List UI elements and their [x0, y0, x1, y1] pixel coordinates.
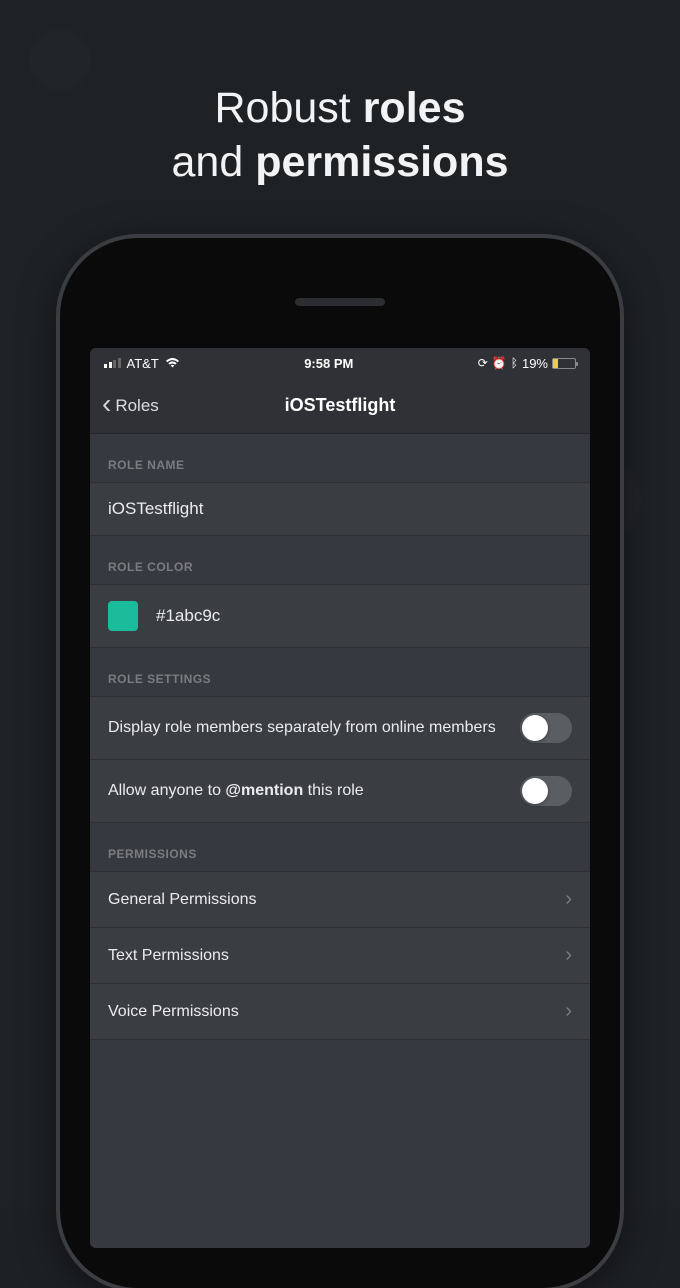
- headline-text-2: and: [171, 138, 255, 186]
- section-header-permissions: PERMISSIONS: [90, 823, 590, 871]
- role-name-field[interactable]: iOSTestflight: [90, 482, 590, 536]
- headline-bold-permissions: permissions: [255, 138, 508, 186]
- nav-header: ‹ Roles iOSTestflight: [90, 378, 590, 434]
- back-button[interactable]: ‹ Roles: [102, 393, 159, 418]
- role-color-field[interactable]: #1abc9c: [90, 584, 590, 648]
- toggle-switch[interactable]: [520, 713, 572, 743]
- chevron-right-icon: ›: [565, 1000, 572, 1023]
- settings-content[interactable]: ROLE NAME iOSTestflight ROLE COLOR #1abc…: [90, 434, 590, 1248]
- alarm-icon: ⏰: [492, 356, 507, 370]
- phone-frame: AT&T 9:58 PM ⟳ ⏰ ᛒ 19% ‹ Roles iOSTestfl…: [60, 238, 620, 1288]
- clock: 9:58 PM: [304, 356, 353, 371]
- permission-label: General Permissions: [108, 889, 551, 911]
- chevron-right-icon: ›: [565, 944, 572, 967]
- role-color-hex: #1abc9c: [156, 606, 220, 626]
- toggle-display-separately[interactable]: Display role members separately from onl…: [90, 696, 590, 760]
- orientation-lock-icon: ⟳: [478, 356, 488, 370]
- toggle-label: Display role members separately from onl…: [108, 717, 506, 739]
- permission-row-voice[interactable]: Voice Permissions ›: [90, 984, 590, 1040]
- section-header-role-settings: ROLE SETTINGS: [90, 648, 590, 696]
- back-label: Roles: [115, 396, 158, 416]
- chevron-right-icon: ›: [565, 888, 572, 911]
- headline-bold-roles: roles: [363, 84, 466, 132]
- toggle-switch[interactable]: [520, 776, 572, 806]
- battery-percent: 19%: [522, 356, 548, 371]
- permission-row-general[interactable]: General Permissions ›: [90, 871, 590, 928]
- marketing-headline: Robust roles and permissions: [0, 0, 680, 190]
- ios-status-bar: AT&T 9:58 PM ⟳ ⏰ ᛒ 19%: [90, 348, 590, 378]
- nav-title: iOSTestflight: [90, 395, 590, 416]
- bluetooth-icon: ᛒ: [511, 356, 518, 370]
- carrier-label: AT&T: [127, 356, 159, 371]
- toggle-allow-mention[interactable]: Allow anyone to @mention this role: [90, 760, 590, 823]
- chevron-left-icon: ‹: [102, 390, 111, 418]
- permission-label: Text Permissions: [108, 945, 551, 967]
- permission-label: Voice Permissions: [108, 1001, 551, 1023]
- section-header-role-name: ROLE NAME: [90, 434, 590, 482]
- toggle-label: Allow anyone to @mention this role: [108, 780, 506, 802]
- headline-text: Robust: [215, 84, 363, 132]
- wifi-icon: [165, 356, 180, 371]
- permission-row-text[interactable]: Text Permissions ›: [90, 928, 590, 984]
- section-header-role-color: ROLE COLOR: [90, 536, 590, 584]
- phone-screen: AT&T 9:58 PM ⟳ ⏰ ᛒ 19% ‹ Roles iOSTestfl…: [90, 348, 590, 1248]
- signal-bars-icon: [104, 358, 121, 368]
- role-name-value: iOSTestflight: [108, 499, 203, 519]
- battery-icon: [552, 358, 576, 369]
- color-swatch: [108, 601, 138, 631]
